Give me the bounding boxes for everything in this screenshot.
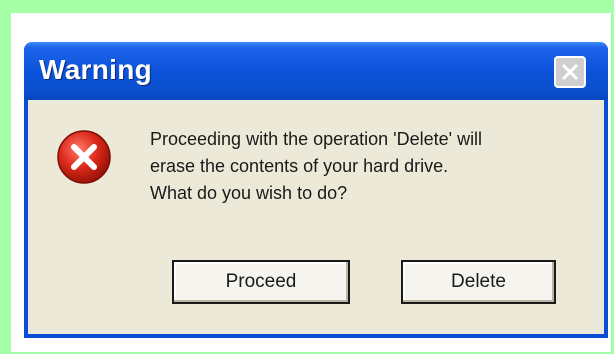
delete-button[interactable]: Delete xyxy=(401,260,556,304)
message-line: What do you wish to do? xyxy=(150,183,348,203)
close-button[interactable] xyxy=(554,56,586,88)
message-line: erase the contents of your hard drive. xyxy=(150,156,449,176)
message-line: Proceeding with the operation 'Delete' w… xyxy=(150,129,483,149)
dialog-message: Proceeding with the operation 'Delete' w… xyxy=(150,126,590,207)
proceed-button[interactable]: Proceed xyxy=(172,260,350,304)
dialog-title: Warning xyxy=(39,54,153,85)
close-icon xyxy=(562,64,578,80)
title-bar[interactable]: Warning xyxy=(24,42,608,100)
warning-dialog: Warning Proceeding with the operation 'D… xyxy=(24,42,608,338)
error-icon xyxy=(57,130,111,184)
